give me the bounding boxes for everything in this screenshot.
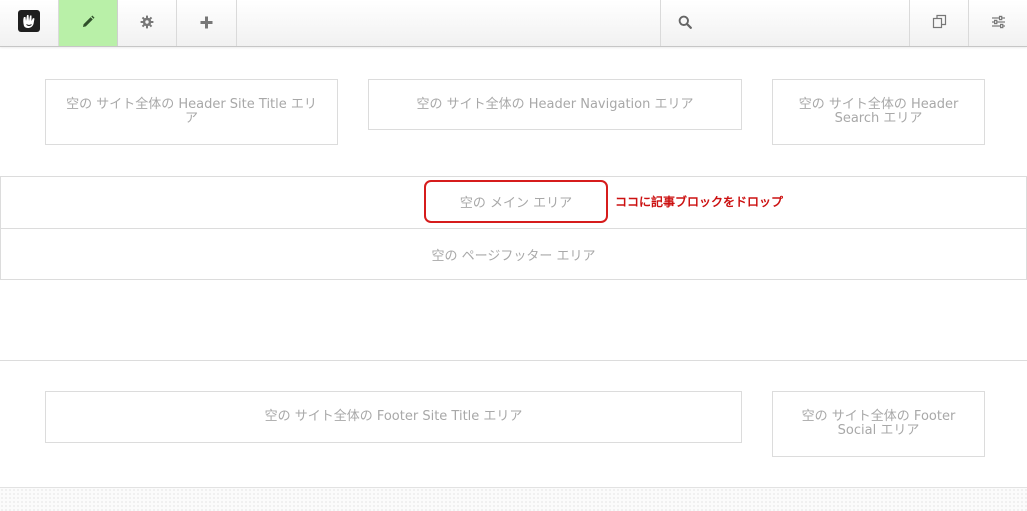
page-footer-area-label: 空の ページフッター エリア — [431, 248, 596, 264]
edit-toolbar — [0, 0, 1027, 47]
header-search-area-label: 空の サイト全体の Header Search エリア — [798, 97, 959, 126]
drop-annotation: ココに記事ブロックをドロップ — [615, 195, 784, 209]
main-area-drop-target[interactable]: 空の メイン エリア — [424, 180, 608, 223]
main-area-label: 空の メイン エリア — [459, 196, 573, 211]
header-navigation-area[interactable]: 空の サイト全体の Header Navigation エリア — [368, 79, 742, 130]
concrete5-logo-icon — [18, 10, 40, 36]
search-icon — [678, 14, 692, 33]
sitemap-button[interactable] — [910, 0, 969, 46]
pencil-icon — [81, 14, 95, 33]
header-site-title-area-label: 空の サイト全体の Header Site Title エリア — [66, 97, 317, 126]
footer-site-title-area[interactable]: 空の サイト全体の Footer Site Title エリア — [45, 391, 742, 443]
header-site-title-area[interactable]: 空の サイト全体の Header Site Title エリア — [45, 79, 338, 145]
pages-icon — [932, 14, 947, 33]
footer-social-area[interactable]: 空の サイト全体の Footer Social エリア — [772, 391, 985, 457]
search-box[interactable] — [660, 0, 910, 46]
page-footer-area[interactable]: 空の ページフッター エリア — [0, 228, 1027, 280]
search-input[interactable] — [702, 14, 896, 32]
gear-icon — [140, 14, 154, 33]
header-navigation-area-label: 空の サイト全体の Header Navigation エリア — [416, 96, 694, 112]
dashboard-button[interactable] — [969, 0, 1027, 46]
section-divider — [0, 360, 1027, 361]
edit-mode-button[interactable] — [59, 0, 118, 46]
footer-site-title-area-label: 空の サイト全体の Footer Site Title エリア — [264, 409, 523, 424]
plus-icon — [200, 14, 213, 33]
page-settings-button[interactable] — [118, 0, 177, 46]
header-search-area[interactable]: 空の サイト全体の Header Search エリア — [772, 79, 985, 145]
logo-button[interactable] — [0, 0, 59, 46]
sliders-icon — [991, 14, 1006, 33]
add-block-button[interactable] — [177, 0, 237, 46]
bottom-background-strip — [0, 487, 1027, 511]
footer-social-area-label: 空の サイト全体の Footer Social エリア — [801, 409, 956, 438]
